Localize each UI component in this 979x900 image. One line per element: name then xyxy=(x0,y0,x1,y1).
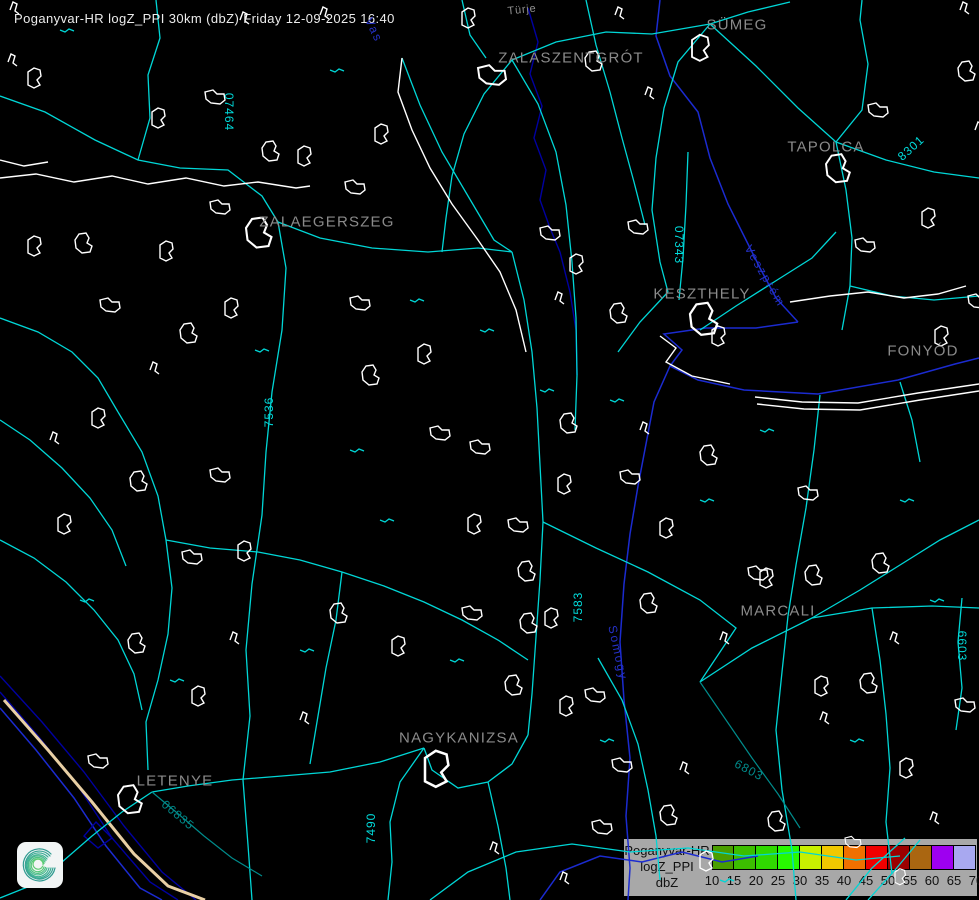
city-label: ZALAEGERSZEG xyxy=(259,214,394,231)
road-number-label: 07343 xyxy=(672,226,686,264)
city-label: LETENYE xyxy=(137,773,214,790)
city-label: ZALASZENTGRÓT xyxy=(498,50,644,67)
road-number-label: 6603 xyxy=(955,631,969,662)
city-label: TAPOLCA xyxy=(787,139,864,156)
city-label: SÜMEG xyxy=(706,17,767,34)
city-label: FONYÓD xyxy=(887,343,958,360)
county-label: Vas xyxy=(362,15,386,44)
map-labels: SÜMEG ZALASZENTGRÓT TAPOLCA ZALAEGERSZEG KES… xyxy=(0,0,979,900)
city-label: MARCALI xyxy=(740,603,815,620)
road-number-label: 06835 xyxy=(159,797,197,832)
road-number-label: 8301 xyxy=(895,133,927,164)
road-number-label: 7490 xyxy=(364,813,378,844)
radar-map-view: Poganyvar-HR logZ_PPI 30km (dbZ) Friday … xyxy=(0,0,979,900)
town-label: Türje xyxy=(507,3,537,18)
road-number-label: 6803 xyxy=(732,757,766,784)
road-number-label: 07464 xyxy=(222,93,236,131)
road-number-label: 7583 xyxy=(571,592,585,623)
county-label: Somogy xyxy=(605,624,630,682)
city-label: NAGYKANIZSA xyxy=(399,730,519,747)
road-number-label: 7536 xyxy=(262,397,276,428)
city-label: KESZTHELY xyxy=(653,286,750,303)
met-spiral-icon xyxy=(17,842,63,888)
